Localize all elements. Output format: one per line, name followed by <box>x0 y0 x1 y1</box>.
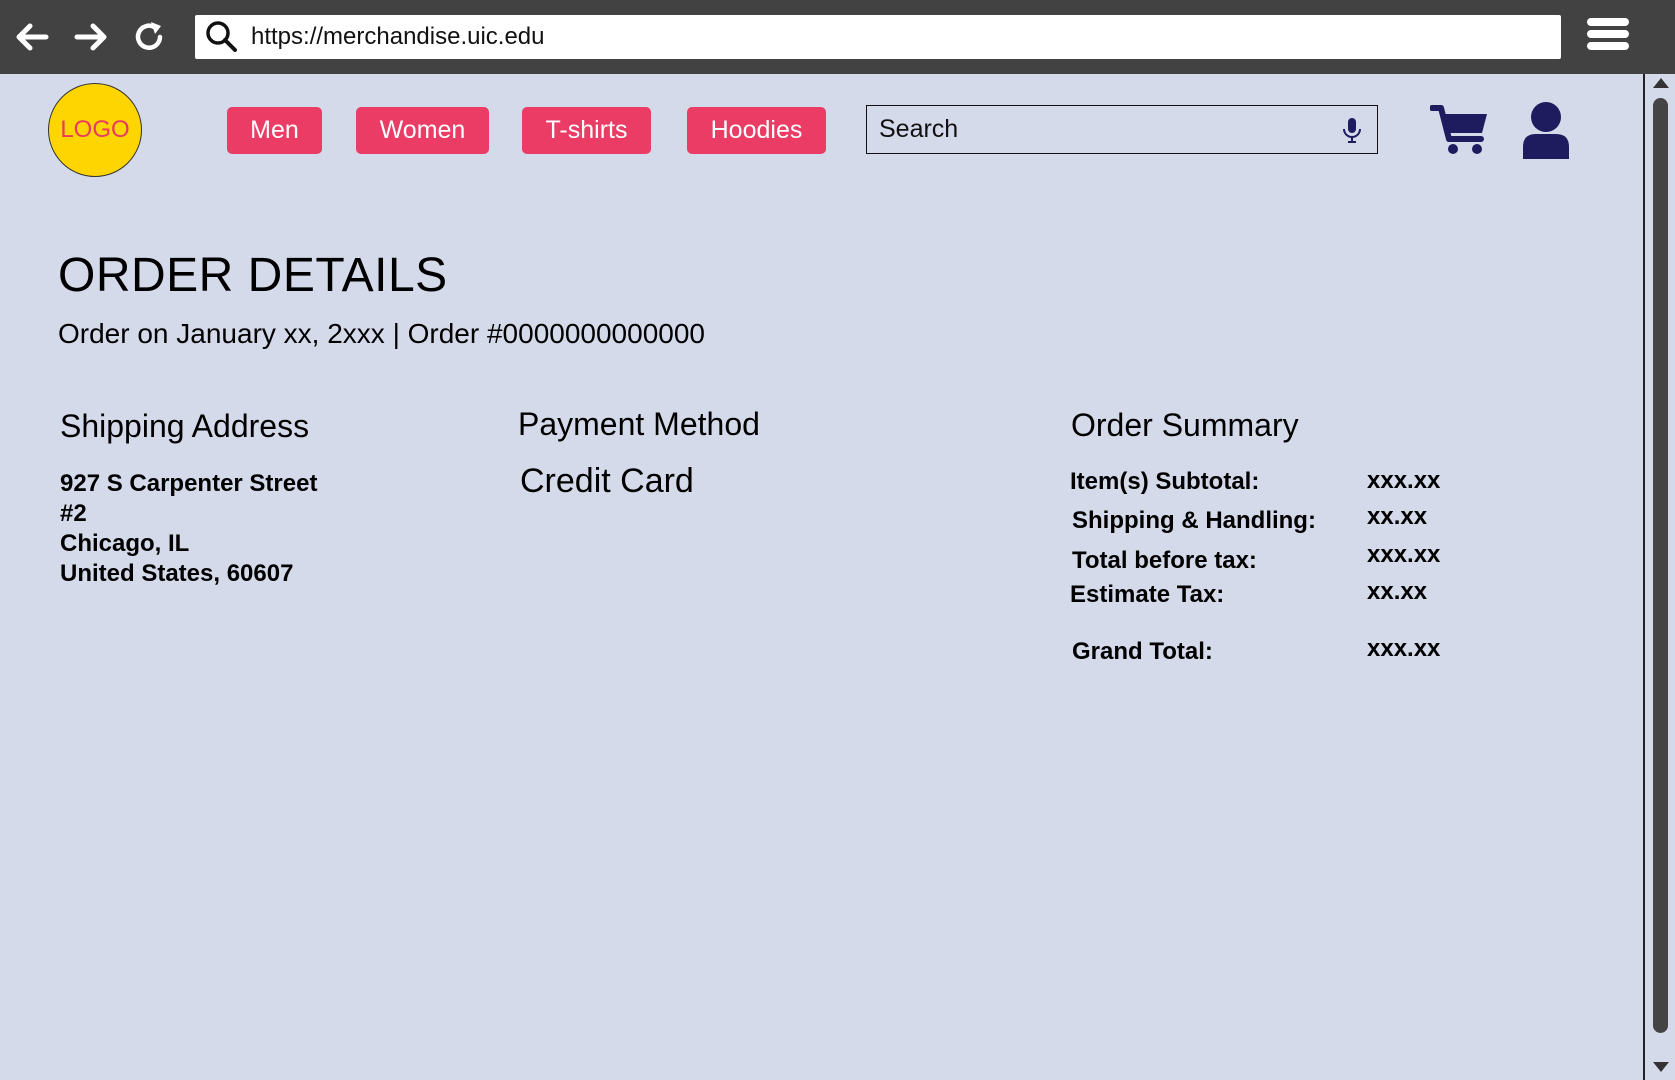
shopping-cart-icon[interactable] <box>1429 103 1490 157</box>
grand-total-label: Grand Total: <box>1072 638 1213 665</box>
address-line: United States, 60607 <box>60 560 294 587</box>
summary-label: Shipping & Handling: <box>1072 507 1316 534</box>
nav-women-button[interactable]: Women <box>356 107 489 154</box>
search-input[interactable] <box>867 106 1339 152</box>
search-icon <box>205 20 239 54</box>
scroll-up-arrow-icon[interactable] <box>1653 78 1669 88</box>
summary-label: Total before tax: <box>1072 547 1257 574</box>
nav-men-button[interactable]: Men <box>227 107 322 154</box>
summary-label: Estimate Tax: <box>1070 581 1225 608</box>
back-icon[interactable] <box>12 17 52 57</box>
summary-value: xxx.xx <box>1367 467 1441 494</box>
search-box <box>866 105 1378 154</box>
address-line: Chicago, IL <box>60 530 190 557</box>
summary-value: xxx.xx <box>1367 541 1441 568</box>
scrollbar[interactable] <box>1643 74 1675 1080</box>
scroll-thumb[interactable] <box>1653 98 1668 1033</box>
order-summary-heading: Order Summary <box>1071 407 1299 443</box>
reload-icon[interactable] <box>129 17 169 57</box>
page-title: ORDER DETAILS <box>58 249 448 302</box>
payment-method-heading: Payment Method <box>518 406 760 442</box>
order-meta: Order on January xx, 2xxx | Order #00000… <box>58 318 705 349</box>
address-bar[interactable]: https://merchandise.uic.edu <box>195 15 1561 59</box>
address-line: #2 <box>60 500 87 527</box>
grand-total-value: xxx.xx <box>1367 635 1441 662</box>
summary-value: xx.xx <box>1367 503 1428 530</box>
nav-tshirts-button[interactable]: T-shirts <box>522 107 651 154</box>
scroll-down-arrow-icon[interactable] <box>1653 1062 1669 1072</box>
nav-hoodies-button[interactable]: Hoodies <box>687 107 826 154</box>
user-account-icon[interactable] <box>1521 101 1571 161</box>
summary-label: Item(s) Subtotal: <box>1070 468 1260 495</box>
site-logo[interactable]: LOGO <box>48 83 142 177</box>
payment-method-value: Credit Card <box>520 462 694 500</box>
url-text: https://merchandise.uic.edu <box>251 23 545 50</box>
browser-toolbar: https://merchandise.uic.edu <box>0 0 1675 74</box>
microphone-icon[interactable] <box>1340 117 1364 145</box>
shipping-address-heading: Shipping Address <box>60 408 310 444</box>
forward-icon[interactable] <box>71 17 111 57</box>
summary-value: xx.xx <box>1367 578 1428 605</box>
address-line: 927 S Carpenter Street <box>60 470 318 497</box>
browser-menu-icon[interactable] <box>1587 18 1629 56</box>
